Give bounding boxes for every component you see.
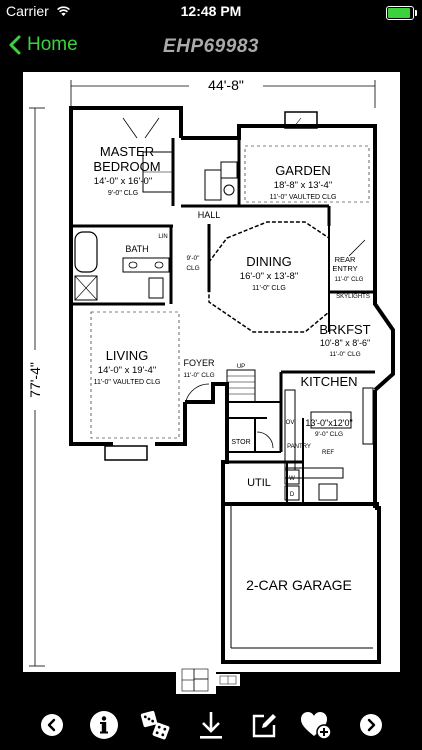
brkfst-size: 10'-8" x 8'-6" xyxy=(320,338,370,348)
hall-label: HALL xyxy=(198,210,221,220)
next-icon xyxy=(360,714,382,736)
info-button[interactable] xyxy=(88,709,120,741)
living-size: 14'-0" x 19'-4" xyxy=(98,365,156,376)
status-bar: Carrier 12:48 PM xyxy=(0,0,422,22)
floor-plan-image[interactable]: 44'-8" 77'-4" MASTER BEDROOM 14'-0" x 16… xyxy=(23,72,400,672)
foyer-name: FOYER xyxy=(183,358,215,368)
oven-label: OV xyxy=(286,420,295,426)
next-button[interactable] xyxy=(355,709,387,741)
linen-label: LIN xyxy=(158,234,167,240)
refrigerator-label: REF xyxy=(322,450,334,456)
previous-button[interactable] xyxy=(36,709,68,741)
download-button[interactable] xyxy=(195,709,227,741)
bath-label: BATH xyxy=(125,244,148,254)
kitchen-clg: 9'-0" CLG xyxy=(315,431,343,438)
skylights-label: SKYLIGHTS xyxy=(336,294,370,300)
brkfst-name: BRKFST xyxy=(319,322,370,337)
dining-size: 16'-0" x 13'-8" xyxy=(240,271,298,282)
edit-button[interactable] xyxy=(248,709,280,741)
battery-icon xyxy=(386,6,417,20)
thumbnail-strip[interactable] xyxy=(176,666,240,694)
rear-entry-clg: 11'-0" CLG xyxy=(335,277,364,283)
bottom-toolbar xyxy=(0,700,422,750)
kitchen-name: KITCHEN xyxy=(300,374,357,389)
garden-name: GARDEN xyxy=(275,163,331,178)
utility-label: UTIL xyxy=(247,477,271,489)
download-icon xyxy=(200,712,222,739)
rear-entry-2: ENTRY xyxy=(332,264,357,273)
garden-size: 18'-8" x 13'-4" xyxy=(274,180,332,191)
washer-label: W xyxy=(289,476,295,482)
dining-name: DINING xyxy=(246,254,292,269)
clock: 12:48 PM xyxy=(180,3,242,19)
rear-entry-1: REAR xyxy=(335,255,356,264)
depth-dimension-label: 77'-4" xyxy=(27,362,43,398)
master-bedroom-name: MASTER xyxy=(100,144,154,159)
pantry-label: PANTRY xyxy=(287,444,311,450)
navigation-bar: Home EHP69983 xyxy=(0,22,422,72)
random-button[interactable] xyxy=(139,709,171,741)
foyer-clg: 11'-0" CLG xyxy=(183,372,214,379)
dryer-label: D xyxy=(290,492,295,498)
garage-label: 2-CAR GARAGE xyxy=(246,577,352,593)
garden-clg: 11'-0" VAULTED CLG xyxy=(270,194,337,201)
storage-label: STOR xyxy=(231,439,250,446)
master-bedroom-name-2: BEDROOM xyxy=(93,159,160,174)
master-bedroom-clg: 9'-0" CLG xyxy=(108,190,138,197)
add-favorite-button[interactable] xyxy=(300,709,332,741)
edit-icon xyxy=(252,714,276,738)
bath-clg-1: 9'-0" xyxy=(187,255,201,262)
living-name: LIVING xyxy=(106,348,149,363)
kitchen-size: 13'-0"x12'0" xyxy=(305,418,352,428)
stairs-up-label: UP xyxy=(237,364,245,370)
dining-clg: 11'-0" CLG xyxy=(252,285,286,292)
page-title: EHP69983 xyxy=(163,36,259,57)
favorite-add-icon xyxy=(301,712,332,740)
bath-clg-2: CLG xyxy=(186,265,199,272)
info-icon xyxy=(90,711,118,739)
living-clg: 11'-0" VAULTED CLG xyxy=(94,379,161,386)
master-bedroom-size: 14'-0" x 16'-0" xyxy=(94,176,152,187)
width-dimension-label: 44'-8" xyxy=(208,77,244,93)
dice-icon xyxy=(140,710,170,740)
previous-icon xyxy=(41,714,63,736)
brkfst-clg: 11'-0" CLG xyxy=(329,351,360,358)
